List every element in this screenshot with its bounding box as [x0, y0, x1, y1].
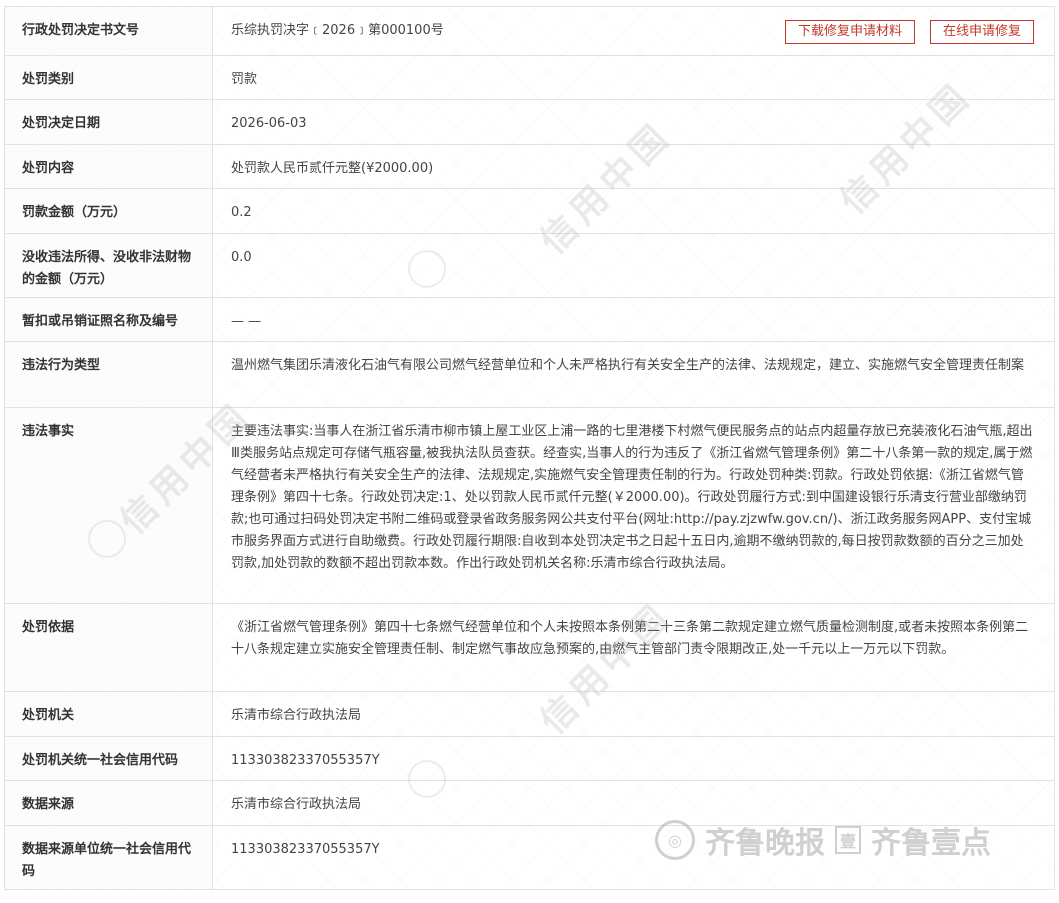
row-value: 11330382337055357Y [231, 753, 380, 768]
row-label: 数据来源 [5, 781, 213, 825]
decision-number: 乐综执罚决字﹝2026﹞第000100号 [231, 23, 444, 38]
table-row: 处罚内容 处罚款人民币贰仟元整(¥2000.00) [5, 145, 1054, 189]
online-repair-apply-button[interactable]: 在线申请修复 [929, 20, 1034, 44]
table-row: 行政处罚决定书文号 乐综执罚决字﹝2026﹞第000100号 下载修复申请材料 … [5, 7, 1054, 56]
row-label: 罚款金额（万元） [5, 189, 213, 233]
row-value: 乐清市综合行政执法局 [231, 708, 362, 723]
row-label: 行政处罚决定书文号 [5, 7, 213, 55]
row-label: 处罚类别 [5, 56, 213, 99]
table-row: 罚款金额（万元） 0.2 [5, 189, 1054, 234]
table-row: 数据来源单位统一社会信用代码 11330382337055357Y [5, 826, 1054, 890]
row-value: 温州燃气集团乐清液化石油气有限公司燃气经营单位和个人未严格执行有关安全生产的法律… [231, 358, 1025, 373]
row-value: 0.0 [231, 250, 252, 265]
row-label: 数据来源单位统一社会信用代码 [5, 826, 213, 889]
row-label: 违法行为类型 [5, 342, 213, 407]
table-row: 处罚决定日期 2026-06-03 [5, 100, 1054, 145]
table-row: 违法行为类型 温州燃气集团乐清液化石油气有限公司燃气经营单位和个人未严格执行有关… [5, 342, 1054, 408]
table-row: 没收违法所得、没收非法财物的金额（万元） 0.0 [5, 234, 1054, 298]
row-value: 2026-06-03 [231, 116, 307, 131]
row-label: 处罚依据 [5, 604, 213, 691]
row-value: 罚款 [231, 72, 258, 87]
table-row: 处罚机关 乐清市综合行政执法局 [5, 692, 1054, 737]
row-value: — — [231, 314, 262, 329]
row-value: 处罚款人民币贰仟元整(¥2000.00) [231, 161, 434, 176]
row-label: 处罚机关 [5, 692, 213, 736]
row-value: 《浙江省燃气管理条例》第四十七条燃气经营单位和个人未按照本条例第二十三条第二款规… [231, 620, 1029, 657]
row-value: 11330382337055357Y [231, 842, 380, 857]
row-label: 处罚决定日期 [5, 100, 213, 144]
row-value: 0.2 [231, 205, 252, 220]
row-label: 没收违法所得、没收非法财物的金额（万元） [5, 234, 213, 297]
table-row: 违法事实 主要违法事实:当事人在浙江省乐清市柳市镇上屋工业区上浦一路的七里港楼下… [5, 408, 1054, 604]
table-row: 数据来源 乐清市综合行政执法局 [5, 781, 1054, 826]
row-label: 处罚机关统一社会信用代码 [5, 737, 213, 780]
row-value: 乐综执罚决字﹝2026﹞第000100号 下载修复申请材料 在线申请修复 [213, 7, 1054, 55]
download-repair-materials-button[interactable]: 下载修复申请材料 [784, 20, 915, 44]
table-row: 处罚机关统一社会信用代码 11330382337055357Y [5, 737, 1054, 781]
row-label: 处罚内容 [5, 145, 213, 188]
penalty-detail-table: 行政处罚决定书文号 乐综执罚决字﹝2026﹞第000100号 下载修复申请材料 … [4, 6, 1055, 890]
action-buttons: 下载修复申请材料 在线申请修复 [784, 20, 1034, 44]
table-row: 处罚类别 罚款 [5, 56, 1054, 100]
table-row: 处罚依据 《浙江省燃气管理条例》第四十七条燃气经营单位和个人未按照本条例第二十三… [5, 604, 1054, 692]
row-label: 违法事实 [5, 408, 213, 603]
row-value: 主要违法事实:当事人在浙江省乐清市柳市镇上屋工业区上浦一路的七里港楼下村燃气便民… [231, 424, 1033, 571]
table-row: 暂扣或吊销证照名称及编号 — — [5, 298, 1054, 342]
row-value: 乐清市综合行政执法局 [231, 797, 362, 812]
row-label: 暂扣或吊销证照名称及编号 [5, 298, 213, 341]
